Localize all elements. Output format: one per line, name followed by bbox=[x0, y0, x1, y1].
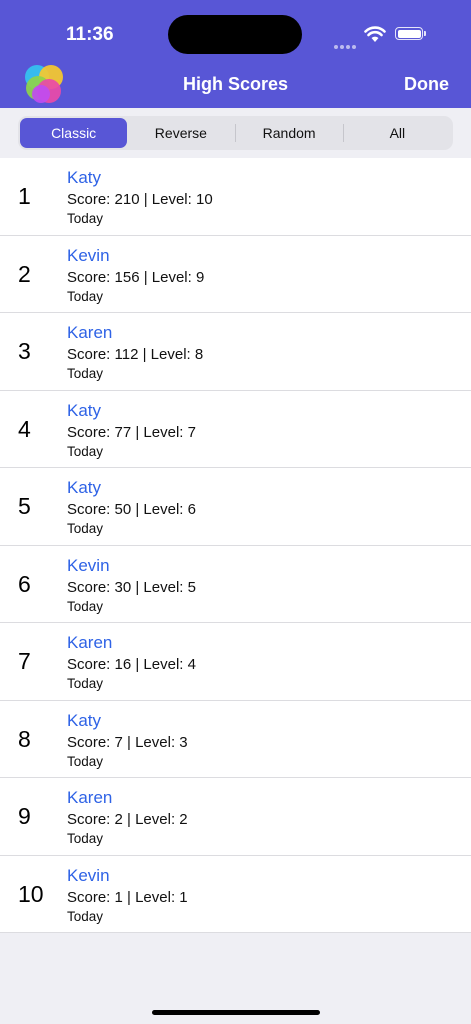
score-detail: Score: 1 | Level: 1 bbox=[67, 888, 188, 906]
wifi-icon bbox=[364, 26, 386, 42]
player-name[interactable]: Katy bbox=[67, 478, 101, 498]
home-indicator[interactable] bbox=[152, 1010, 320, 1015]
score-date: Today bbox=[67, 521, 104, 536]
rank-label: 5 bbox=[18, 493, 31, 519]
segment-random[interactable]: Random bbox=[236, 118, 343, 148]
list-item[interactable]: 8 Katy Score: 7 | Level: 3 Today bbox=[0, 701, 471, 778]
list-item[interactable]: 10 Kevin Score: 1 | Level: 1 Today bbox=[0, 856, 471, 933]
score-detail: Score: 210 | Level: 10 bbox=[67, 191, 213, 208]
player-name[interactable]: Karen bbox=[67, 788, 112, 808]
list-item[interactable]: 3 Karen Score: 112 | Level: 8 Today bbox=[0, 313, 471, 391]
player-name[interactable]: Karen bbox=[67, 633, 112, 653]
segment-all[interactable]: All bbox=[344, 118, 451, 148]
score-detail: Score: 77 | Level: 7 bbox=[67, 423, 196, 441]
player-name[interactable]: Katy bbox=[67, 168, 101, 188]
rank-label: 4 bbox=[18, 415, 31, 442]
rank-label: 8 bbox=[18, 725, 31, 752]
rank-label: 7 bbox=[18, 648, 31, 674]
rank-label: 9 bbox=[18, 803, 31, 829]
player-name[interactable]: Katy bbox=[67, 401, 101, 421]
list-item[interactable]: 1 Katy Score: 210 | Level: 10 Today bbox=[0, 158, 471, 236]
player-name[interactable]: Karen bbox=[67, 323, 112, 343]
player-name[interactable]: Kevin bbox=[67, 246, 110, 266]
rank-label: 3 bbox=[18, 338, 31, 364]
list-item[interactable]: 5 Katy Score: 50 | Level: 6 Today bbox=[0, 468, 471, 546]
score-date: Today bbox=[67, 443, 104, 459]
score-detail: Score: 16 | Level: 4 bbox=[67, 656, 196, 673]
high-scores-list: 1 Katy Score: 210 | Level: 10 Today 2 Ke… bbox=[0, 158, 471, 933]
player-name[interactable]: Katy bbox=[67, 711, 101, 731]
dynamic-island bbox=[168, 15, 302, 54]
score-date: Today bbox=[67, 908, 104, 924]
header: 11:36 High Scores Done bbox=[0, 0, 471, 108]
score-date: Today bbox=[67, 753, 104, 769]
rank-label: 2 bbox=[18, 260, 31, 287]
list-item[interactable]: 2 Kevin Score: 156 | Level: 9 Today bbox=[0, 236, 471, 313]
done-button[interactable]: Done bbox=[404, 74, 449, 95]
score-date: Today bbox=[67, 831, 104, 846]
score-date: Today bbox=[67, 288, 104, 304]
score-detail: Score: 2 | Level: 2 bbox=[67, 811, 188, 828]
list-item[interactable]: 6 Kevin Score: 30 | Level: 5 Today bbox=[0, 546, 471, 623]
rank-label: 10 bbox=[18, 880, 44, 907]
list-item[interactable]: 9 Karen Score: 2 | Level: 2 Today bbox=[0, 778, 471, 856]
list-item[interactable]: 7 Karen Score: 16 | Level: 4 Today bbox=[0, 623, 471, 701]
cellular-signal-icon bbox=[334, 36, 358, 54]
rank-label: 6 bbox=[18, 570, 31, 597]
page-title: High Scores bbox=[182, 74, 289, 94]
score-date: Today bbox=[67, 366, 104, 381]
score-detail: Score: 112 | Level: 8 bbox=[67, 346, 204, 363]
score-date: Today bbox=[67, 598, 104, 614]
segment-classic[interactable]: Classic bbox=[20, 118, 128, 148]
status-time: 11:36 bbox=[66, 24, 114, 45]
list-item[interactable]: 4 Katy Score: 77 | Level: 7 Today bbox=[0, 391, 471, 468]
rank-label: 1 bbox=[18, 183, 31, 209]
score-detail: Score: 7 | Level: 3 bbox=[67, 733, 188, 751]
score-date: Today bbox=[67, 676, 104, 691]
score-date: Today bbox=[67, 211, 104, 226]
segment-reverse[interactable]: Reverse bbox=[127, 118, 234, 148]
score-detail: Score: 50 | Level: 6 bbox=[67, 501, 196, 518]
battery-icon bbox=[395, 27, 426, 40]
player-name[interactable]: Kevin bbox=[67, 556, 110, 576]
score-detail: Score: 30 | Level: 5 bbox=[67, 578, 196, 596]
score-detail: Score: 156 | Level: 9 bbox=[67, 268, 205, 286]
player-name[interactable]: Kevin bbox=[67, 866, 110, 886]
mode-segmented-control: Classic Reverse Random All bbox=[18, 116, 453, 150]
